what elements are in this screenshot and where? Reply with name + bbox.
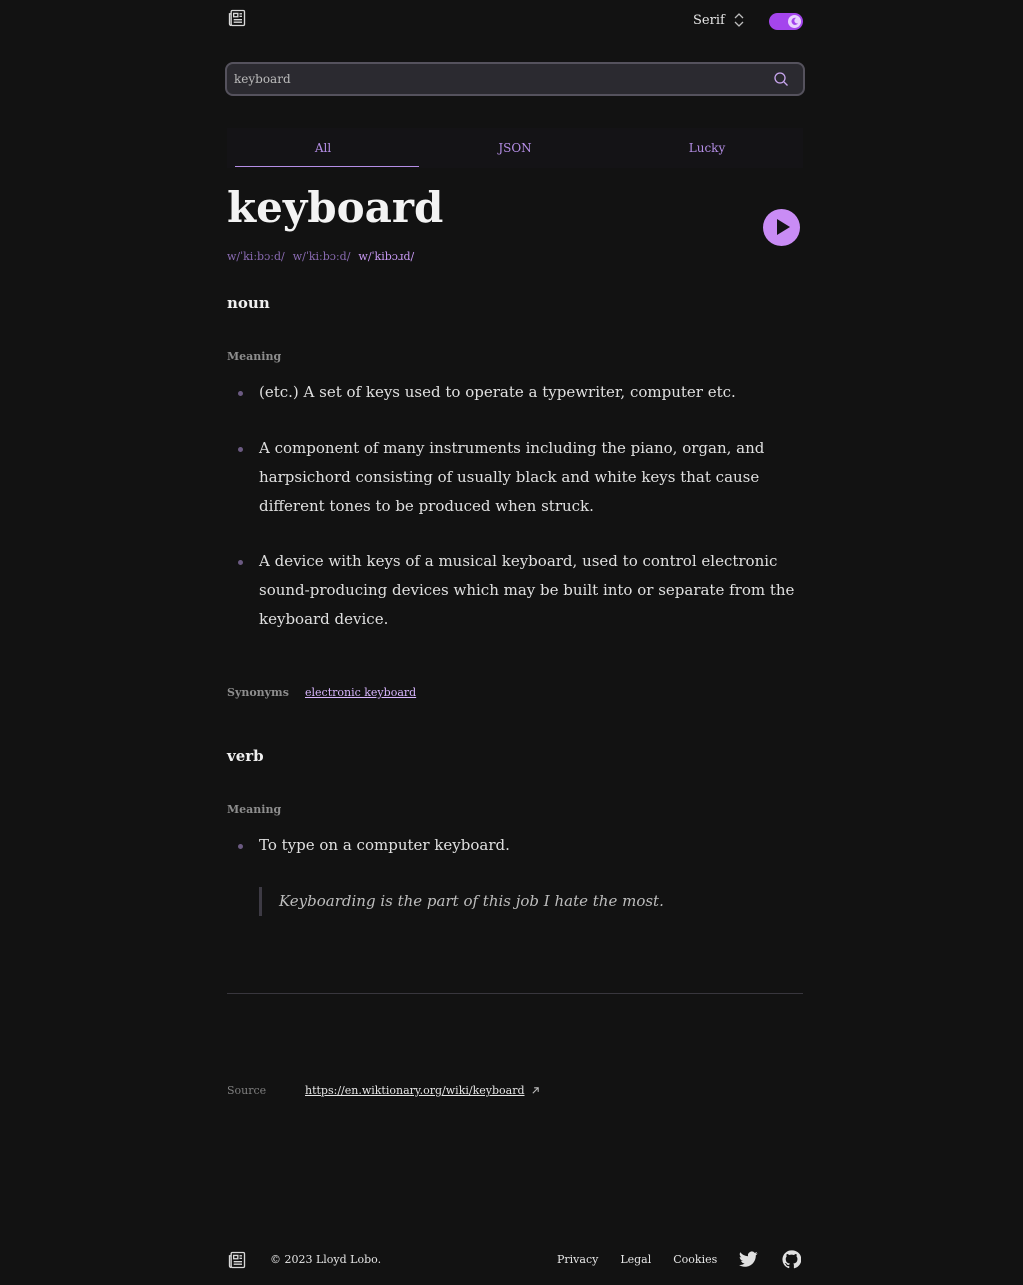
footer-links: Privacy Legal Cookies [557,1253,717,1266]
github-icon[interactable] [782,1250,801,1269]
twitter-icon[interactable] [739,1251,758,1268]
theme-toggle[interactable] [769,13,803,30]
definition-item: (etc.) A set of keys used to operate a t… [259,383,736,401]
newspaper-logo-icon[interactable] [227,8,247,28]
search-icon[interactable] [773,71,789,87]
font-select-label: Serif [693,12,725,28]
newspaper-logo-icon[interactable] [227,1250,247,1270]
search-input[interactable] [234,69,754,89]
synonyms-label: Synonyms [227,686,289,699]
phonetic[interactable]: w/ˈkiːbɔːd/ [227,250,285,263]
source-label: Source [227,1084,267,1097]
result-tabs: All JSON Lucky [227,128,803,168]
meaning-label: Meaning [227,803,282,816]
legal-link[interactable]: Legal [620,1253,651,1266]
moon-icon [788,15,801,28]
phonetics-list: w/ˈkiːbɔːd/ w/ˈkiːbɔːd/ w/ˈkibɔɹd/ [227,250,414,263]
copyright-text: © 2023 Lloyd Lobo. [270,1253,382,1266]
phonetic[interactable]: w/ˈkiːbɔːd/ [293,250,351,263]
source-link[interactable]: https://en.wiktionary.org/wiki/keyboard [305,1084,540,1097]
meaning-label: Meaning [227,350,282,363]
word-title: keyboard [227,183,444,232]
divider [227,993,803,994]
part-of-speech-verb: verb [227,747,264,765]
cookies-link[interactable]: Cookies [673,1253,717,1266]
search-bar [225,62,805,96]
external-link-icon [531,1087,539,1094]
definition-item: To type on a computer keyboard. [259,836,510,854]
tab-lucky[interactable]: Lucky [611,128,803,168]
list-bullet [238,447,243,452]
part-of-speech-noun: noun [227,294,270,312]
synonym-link[interactable]: electronic keyboard [305,686,416,699]
example-quote: Keyboarding is the part of this job I ha… [259,887,664,916]
list-bullet [238,560,243,565]
privacy-link[interactable]: Privacy [557,1253,598,1266]
list-bullet [238,844,243,849]
list-bullet [238,391,243,396]
definition-item: A component of many instruments includin… [259,439,765,515]
phonetic-selected[interactable]: w/ˈkibɔɹd/ [358,250,414,263]
font-select[interactable]: Serif [693,12,745,28]
tab-json[interactable]: JSON [419,128,611,168]
play-pronunciation-button[interactable] [763,209,800,246]
tab-all[interactable]: All [227,128,419,168]
definition-item: A device with keys of a musical keyboard… [259,552,795,628]
chevron-up-down-icon [734,13,744,27]
source-url[interactable]: https://en.wiktionary.org/wiki/keyboard [305,1084,525,1097]
